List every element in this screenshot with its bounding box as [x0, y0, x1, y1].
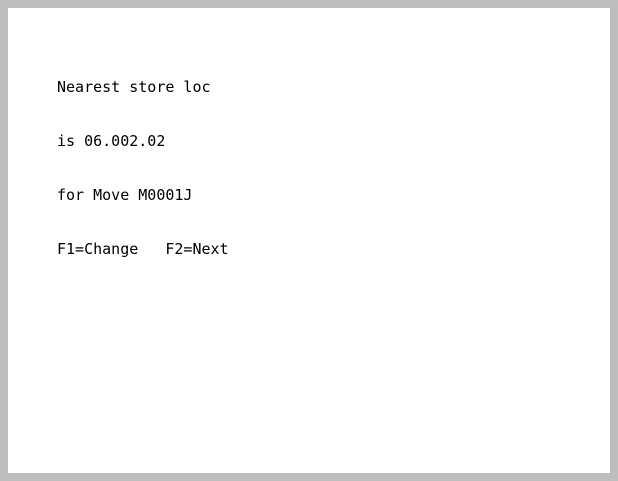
function-key-line: F1=Change F2=Next — [57, 240, 229, 258]
screen-text-block: Nearest store loc is 06.002.02 for Move … — [57, 42, 229, 294]
message-line-2: is 06.002.02 — [57, 132, 166, 150]
terminal-frame: Nearest store loc is 06.002.02 for Move … — [0, 0, 618, 481]
terminal-screen: Nearest store loc is 06.002.02 for Move … — [8, 8, 610, 473]
message-line-1: Nearest store loc — [57, 78, 211, 96]
message-line-3: for Move M0001J — [57, 186, 193, 204]
